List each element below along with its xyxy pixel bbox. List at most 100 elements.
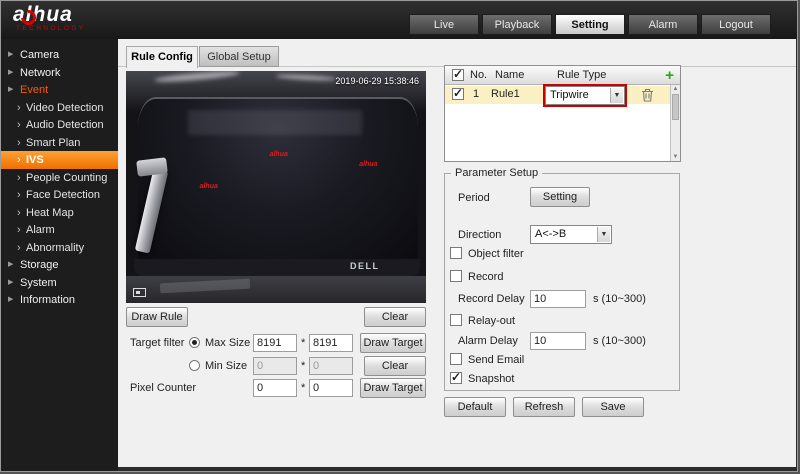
tab-global-setup[interactable]: Global Setup — [199, 46, 279, 67]
record-label: Record — [468, 271, 504, 283]
screen-glow — [188, 110, 362, 135]
max-size-height-input[interactable] — [309, 334, 353, 352]
nav-playback-button[interactable]: Playback — [482, 14, 552, 35]
clear-rule-button[interactable]: Clear — [364, 307, 426, 327]
sidebar-item-abnormality[interactable]: › Abnormality — [1, 239, 118, 257]
monitor-screen: alhua alhua alhua — [138, 97, 418, 261]
nav-live-button[interactable]: Live — [409, 14, 479, 35]
pixel-counter-label: Pixel Counter — [130, 382, 197, 394]
monitor-brand-label: DELL — [350, 261, 380, 271]
chevron-right-icon: › — [17, 136, 21, 149]
column-rule-type: Rule Type — [557, 69, 607, 81]
chevron-right-icon: › — [17, 206, 21, 219]
draw-target-max-button[interactable]: Draw Target — [360, 333, 426, 353]
sidebar-item-face-detection[interactable]: › Face Detection — [1, 186, 118, 204]
asterisk-separator: * — [301, 337, 306, 349]
delete-rule-icon[interactable] — [641, 88, 654, 102]
rule-no-cell: 1 — [473, 88, 480, 100]
dahua-watermark: alhua — [199, 183, 218, 191]
max-size-width-input[interactable] — [253, 334, 297, 352]
dahua-watermark: alhua — [269, 150, 288, 158]
pixel-counter-height-input[interactable] — [309, 379, 353, 397]
chevron-right-icon: › — [17, 119, 21, 131]
object-filter-label: Object filter — [468, 248, 524, 260]
top-navigation: Live Playback Setting Alarm Logout — [409, 14, 771, 35]
save-button[interactable]: Save — [582, 397, 644, 417]
min-size-height-input — [309, 357, 353, 375]
sidebar-item-network[interactable]: ▶ Network — [1, 64, 118, 82]
max-size-label: Max Size — [205, 337, 251, 349]
logo-subtext: TECHNOLOGY — [16, 25, 86, 32]
relay-out-label: Relay-out — [468, 315, 516, 327]
sidebar-item-storage[interactable]: ▶ Storage — [1, 256, 118, 274]
chevron-right-icon: › — [17, 224, 21, 236]
video-preview[interactable]: alhua alhua alhua DELL 2019-06-29 15:38:… — [126, 71, 426, 303]
refresh-button[interactable]: Refresh — [513, 397, 575, 417]
sidebar-item-smart-plan[interactable]: › Smart Plan — [1, 134, 118, 152]
chevron-down-icon: ▼ — [597, 227, 610, 242]
triangle-right-icon: ▶ — [8, 51, 14, 58]
rule-name-cell: Rule1 — [491, 88, 520, 100]
object-filter-checkbox[interactable] — [450, 247, 462, 259]
draw-target-pixel-button[interactable]: Draw Target — [360, 378, 426, 398]
period-setting-button[interactable]: Setting — [530, 187, 590, 207]
top-bar: alhua TECHNOLOGY Live Playback Setting A… — [1, 1, 797, 39]
nav-alarm-button[interactable]: Alarm — [628, 14, 698, 35]
sidebar: ▶ Camera ▶ Network ▶ Event › Video Detec… — [1, 39, 118, 471]
asterisk-separator: * — [301, 360, 306, 372]
default-button[interactable]: Default — [444, 397, 506, 417]
clear-target-button[interactable]: Clear — [364, 356, 426, 376]
tab-rule-config[interactable]: Rule Config — [126, 46, 198, 68]
sidebar-item-system[interactable]: ▶ System — [1, 274, 118, 292]
triangle-right-icon: ▶ — [8, 68, 14, 76]
sidebar-item-information[interactable]: ▶ Information — [1, 291, 118, 309]
min-size-label: Min Size — [205, 360, 248, 372]
scrollbar-thumb[interactable] — [672, 94, 679, 120]
draw-rule-button[interactable]: Draw Rule — [126, 307, 188, 327]
sidebar-item-camera[interactable]: ▶ Camera — [1, 46, 118, 64]
triangle-right-icon: ▶ — [8, 261, 14, 268]
rule-list-scrollbar[interactable]: ▲ ▼ — [670, 85, 680, 161]
direction-select[interactable]: A<->B ▼ — [530, 225, 612, 244]
sidebar-item-alarm[interactable]: › Alarm — [1, 221, 118, 239]
dahua-web-ui: alhua TECHNOLOGY Live Playback Setting A… — [0, 0, 798, 472]
column-name: Name — [495, 69, 525, 81]
record-delay-label: Record Delay — [458, 293, 525, 305]
dahua-logo: alhua TECHNOLOGY — [13, 4, 86, 33]
select-all-checkbox[interactable] — [452, 67, 464, 81]
snapshot-checkbox[interactable] — [450, 370, 462, 384]
column-no: No. — [470, 69, 488, 81]
relay-out-checkbox[interactable] — [450, 314, 462, 326]
rule-type-select[interactable]: Tripwire ▼ — [543, 84, 627, 107]
dahua-watermark: alhua — [359, 160, 378, 168]
chevron-down-icon: ▼ — [610, 88, 623, 103]
chevron-right-icon: › — [17, 101, 21, 114]
video-timestamp: 2019-06-29 15:38:46 — [335, 76, 419, 86]
sidebar-item-audio-detection[interactable]: › Audio Detection — [1, 116, 118, 134]
video-scale-icon — [133, 288, 146, 297]
snapshot-label: Snapshot — [468, 373, 515, 385]
sidebar-item-people-counting[interactable]: › People Counting — [1, 169, 118, 187]
max-size-radio[interactable] — [189, 337, 200, 348]
min-size-radio[interactable] — [189, 360, 200, 371]
sidebar-item-event[interactable]: ▶ Event — [1, 81, 118, 99]
period-label: Period — [458, 192, 490, 204]
chevron-right-icon: › — [17, 154, 21, 166]
record-delay-input[interactable] — [530, 290, 586, 308]
scroll-up-icon[interactable]: ▲ — [671, 86, 680, 92]
record-checkbox[interactable] — [450, 270, 462, 282]
nav-setting-button[interactable]: Setting — [555, 14, 625, 35]
alarm-delay-input[interactable] — [530, 332, 586, 350]
sidebar-item-ivs[interactable]: › IVS — [1, 151, 118, 169]
add-rule-icon[interactable]: + — [665, 67, 674, 84]
send-email-checkbox[interactable] — [450, 353, 462, 365]
scroll-down-icon[interactable]: ▼ — [671, 154, 680, 160]
pixel-counter-width-input[interactable] — [253, 379, 297, 397]
triangle-right-icon: ▶ — [8, 278, 14, 286]
chevron-right-icon: › — [17, 189, 21, 201]
sidebar-item-heat-map[interactable]: › Heat Map — [1, 204, 118, 222]
nav-logout-button[interactable]: Logout — [701, 14, 771, 35]
rule-checkbox[interactable] — [452, 86, 464, 100]
sidebar-item-video-detection[interactable]: › Video Detection — [1, 99, 118, 117]
rule-row[interactable]: 1 Rule1 Tripwire ▼ — [445, 84, 671, 107]
